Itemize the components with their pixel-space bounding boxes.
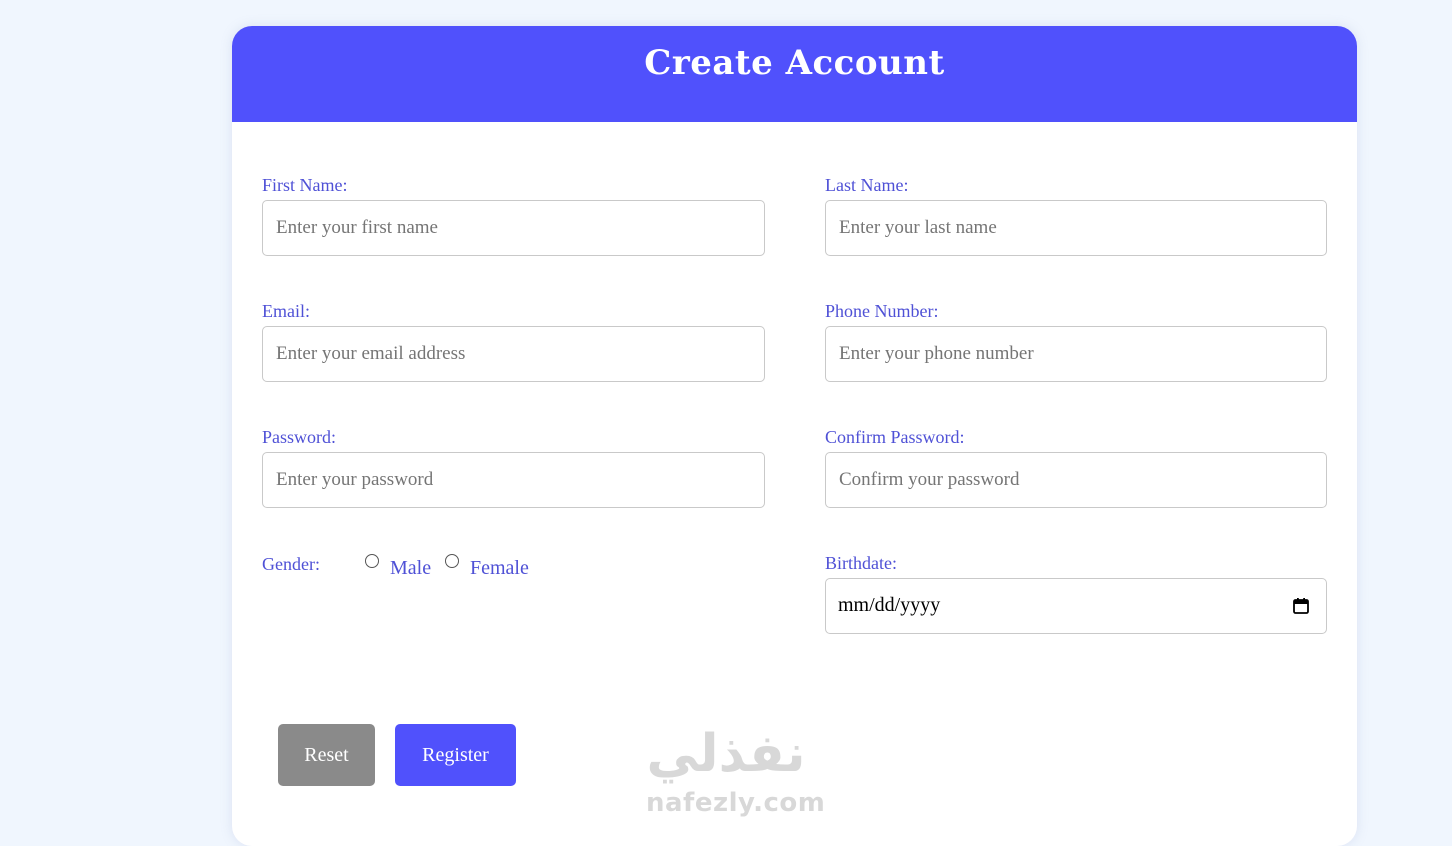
first-name-input[interactable] (262, 200, 765, 256)
birthdate-label: Birthdate: (825, 553, 897, 573)
last-name-input[interactable] (825, 200, 1327, 256)
register-button[interactable]: Register (395, 724, 516, 786)
email-input[interactable] (262, 326, 765, 382)
first-name-group: First Name: (262, 175, 765, 256)
gender-male-label[interactable]: Male (390, 557, 431, 580)
phone-group: Phone Number: (825, 301, 1327, 382)
gender-female-radio[interactable] (445, 554, 459, 568)
password-label: Password: (262, 427, 337, 447)
gender-label: Gender: (262, 554, 320, 574)
last-name-label: Last Name: (825, 175, 909, 195)
email-label: Email: (262, 301, 310, 321)
page-title: Create Account (644, 43, 945, 83)
birthdate-input[interactable]: mm/dd/yyyy (825, 578, 1327, 634)
watermark-arabic-text: نفذلي (646, 724, 806, 784)
confirm-password-group: Confirm Password: (825, 427, 1327, 508)
watermark-latin-text: nafezly.com (646, 788, 826, 818)
password-input[interactable] (262, 452, 765, 508)
gender-female-label[interactable]: Female (470, 557, 529, 580)
birthdate-group: Birthdate: mm/dd/yyyy (825, 553, 1327, 634)
email-group: Email: (262, 301, 765, 382)
confirm-password-label: Confirm Password: (825, 427, 965, 447)
phone-input[interactable] (825, 326, 1327, 382)
password-group: Password: (262, 427, 765, 508)
card-header: Create Account (232, 26, 1357, 122)
last-name-group: Last Name: (825, 175, 1327, 256)
calendar-icon[interactable] (1292, 597, 1310, 615)
confirm-password-input[interactable] (825, 452, 1327, 508)
gender-male-radio[interactable] (365, 554, 379, 568)
first-name-label: First Name: (262, 175, 348, 195)
birthdate-placeholder: mm/dd/yyyy (838, 594, 941, 616)
reset-button[interactable]: Reset (278, 724, 375, 786)
phone-label: Phone Number: (825, 301, 939, 321)
watermark-logo: نفذلي nafezly.com (638, 720, 826, 820)
